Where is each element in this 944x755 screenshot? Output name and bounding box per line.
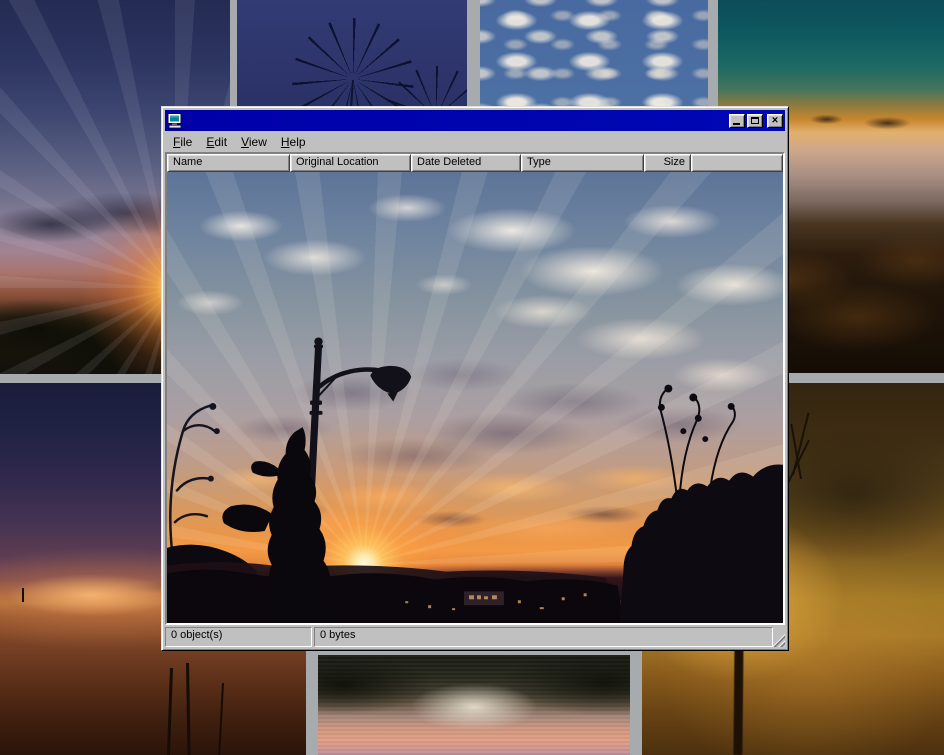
recycle-bin-window: × File Edit View Help Name Original Loca… <box>161 106 789 651</box>
close-button[interactable]: × <box>767 114 783 128</box>
maximize-button[interactable] <box>747 114 763 128</box>
status-object-count: 0 object(s) <box>165 627 312 647</box>
column-header-filler <box>691 154 783 172</box>
lake-pole-silhouette <box>218 683 224 755</box>
column-header-type[interactable]: Type <box>521 154 644 172</box>
maximize-icon <box>751 117 759 124</box>
menu-file[interactable]: File <box>166 133 199 151</box>
pole-silhouette <box>733 633 743 755</box>
column-header-row: Name Original Location Date Deleted Type… <box>167 154 783 172</box>
lake-pole-silhouette <box>167 668 173 755</box>
column-header-date-deleted[interactable]: Date Deleted <box>411 154 521 172</box>
minimize-icon <box>733 123 740 125</box>
close-icon: × <box>772 115 778 125</box>
column-header-name[interactable]: Name <box>167 154 290 172</box>
column-header-original-location[interactable]: Original Location <box>290 154 411 172</box>
column-header-size[interactable]: Size <box>644 154 691 172</box>
lake-pole-silhouette <box>22 588 24 602</box>
list-view[interactable] <box>167 172 783 623</box>
right-tree-silhouette <box>620 385 783 623</box>
photo-silhouettes <box>167 172 783 623</box>
resize-grip[interactable] <box>772 634 785 647</box>
status-bar: 0 object(s) 0 bytes <box>165 625 785 647</box>
background-photo-water-reflection <box>318 655 630 755</box>
left-tree-silhouette <box>170 403 220 560</box>
street-lamp-silhouette <box>306 337 412 530</box>
menu-help[interactable]: Help <box>274 133 313 151</box>
list-client-area: Name Original Location Date Deleted Type… <box>165 152 785 625</box>
menu-view[interactable]: View <box>234 133 274 151</box>
computer-icon[interactable] <box>167 113 183 129</box>
status-byte-count: 0 bytes <box>314 627 773 647</box>
title-bar[interactable]: × <box>165 110 785 131</box>
menu-edit[interactable]: Edit <box>199 133 234 151</box>
menu-bar: File Edit View Help <box>165 131 785 152</box>
minimize-button[interactable] <box>729 114 745 128</box>
lake-pole-silhouette <box>186 663 191 755</box>
